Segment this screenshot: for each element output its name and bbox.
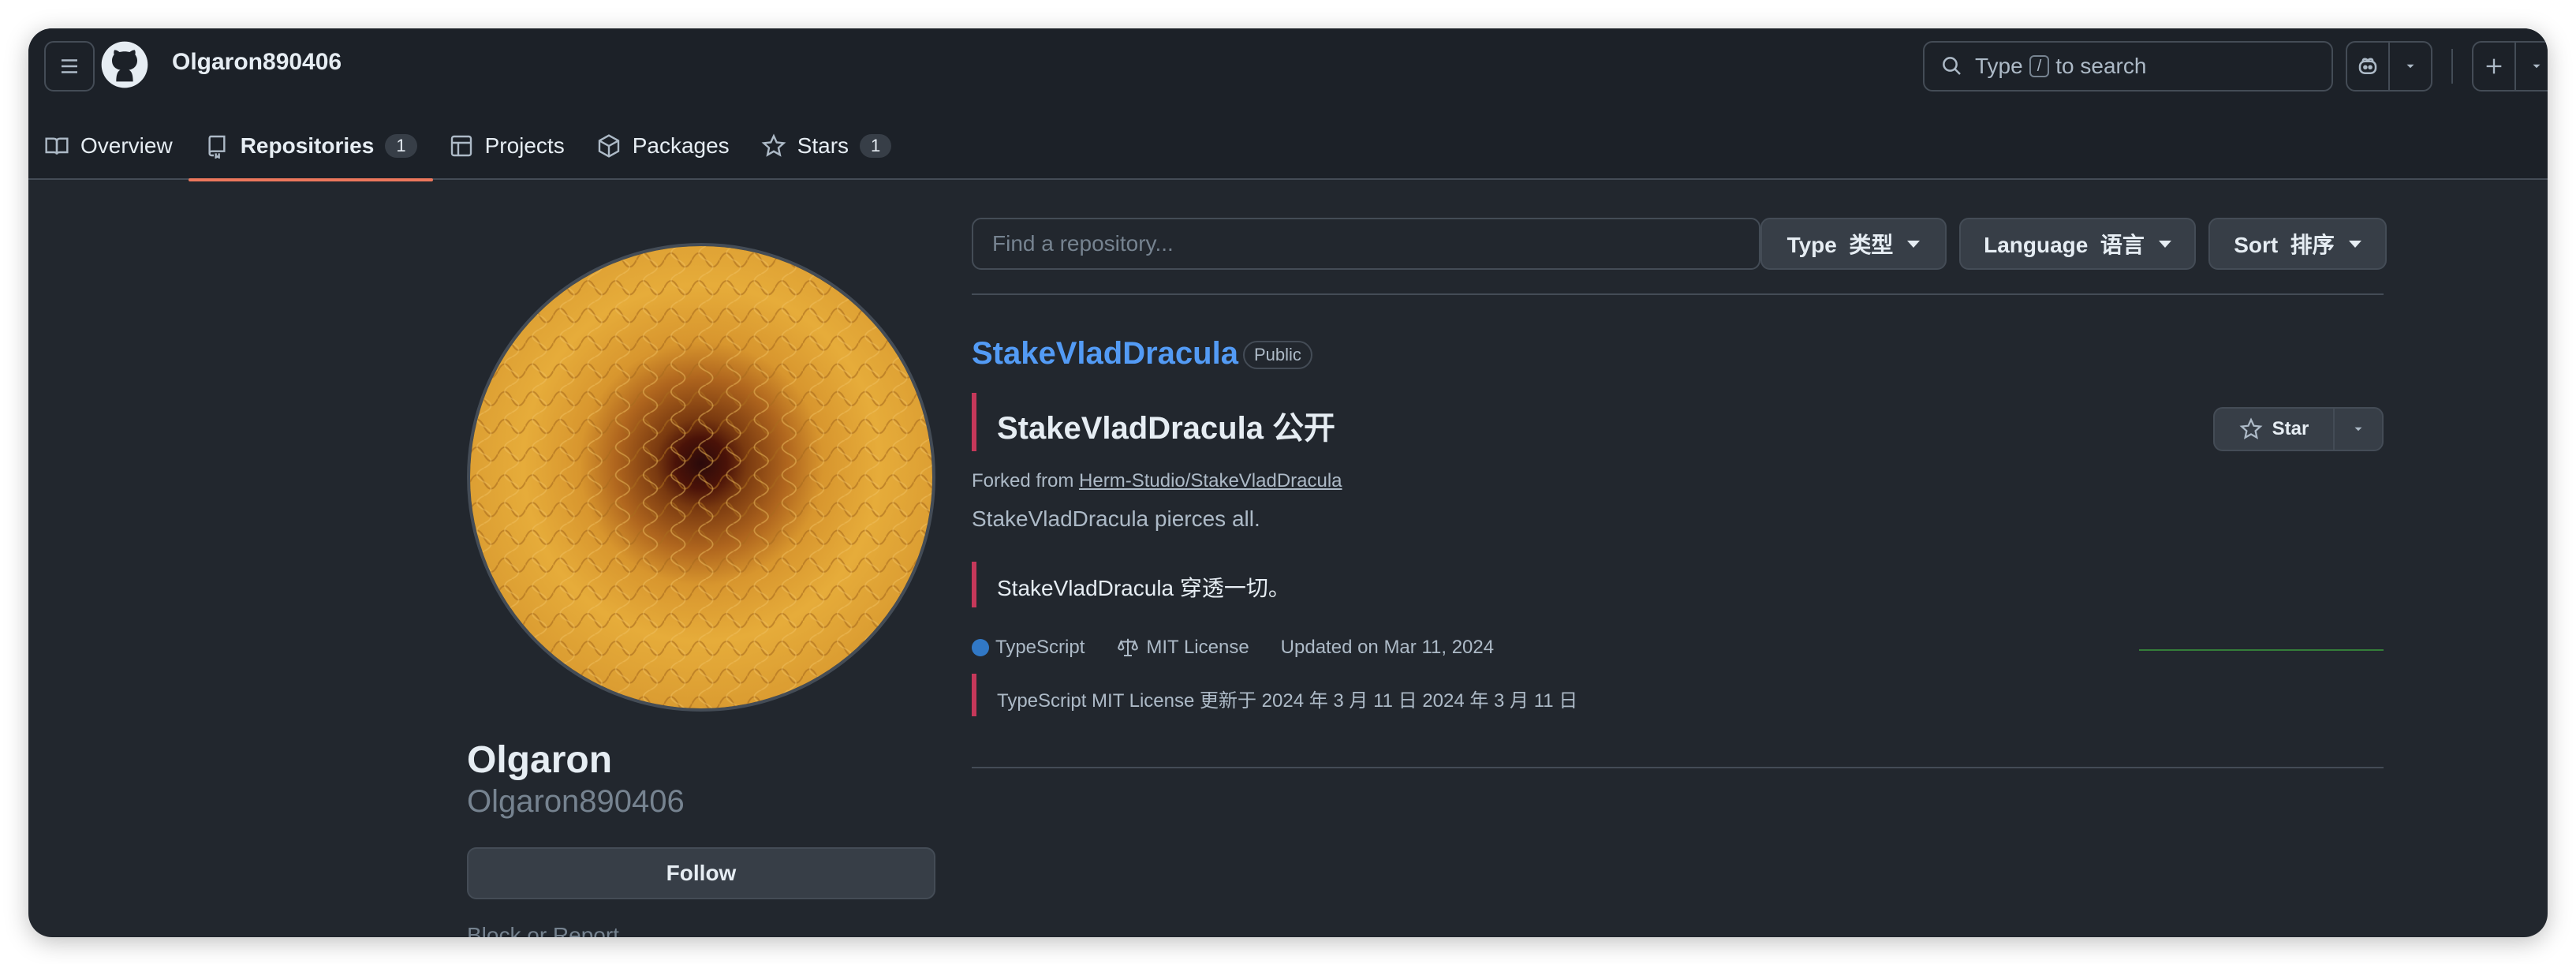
visibility-badge: Public	[1243, 341, 1312, 369]
chevron-down-icon	[2406, 64, 2414, 69]
repo-icon	[208, 135, 226, 159]
copilot-icon	[2358, 58, 2377, 74]
hamburger-icon	[62, 59, 77, 73]
browser-window: Olgaron890406 Type / to search Overview …	[28, 28, 2548, 937]
find-repository-input[interactable]: Find a repository...	[972, 218, 1760, 270]
repo-license[interactable]: MIT License	[1146, 637, 1249, 659]
tab-stars[interactable]: Stars 1	[745, 112, 908, 180]
tab-label: Repositories	[240, 133, 375, 158]
translated-description: StakeVladDracula 穿透一切。	[997, 576, 1290, 600]
tab-repositories[interactable]: Repositories 1	[188, 112, 433, 181]
forked-from-link[interactable]: Herm-Studio/StakeVladDracula	[1079, 470, 1342, 491]
star-icon	[761, 133, 786, 157]
sort-filter-label: Sort 排序	[2234, 233, 2335, 257]
menu-button[interactable]	[44, 41, 95, 92]
type-filter-button[interactable]: Type 类型	[1760, 218, 1947, 270]
caret-down-icon	[1907, 240, 1921, 248]
block-or-report-link[interactable]: Block or Report	[467, 923, 619, 937]
search-input[interactable]: Type / to search	[1923, 41, 2333, 92]
forked-from-text: Forked from Herm-Studio/StakeVladDracula	[972, 470, 1342, 492]
create-new-dropdown-button[interactable]	[2514, 43, 2548, 90]
star-icon	[2239, 417, 2263, 439]
repo-meta-row: TypeScript MIT License Updated on Mar 11…	[972, 636, 1494, 659]
caret-down-icon	[2158, 240, 2171, 248]
repo-updated: Updated on Mar 11, 2024	[1280, 637, 1495, 658]
translation-marker	[972, 393, 976, 451]
chevron-down-icon	[2533, 64, 2541, 69]
stars-count-badge: 1	[860, 134, 892, 158]
sunspot-image	[470, 246, 932, 708]
repo-list-divider	[972, 767, 2384, 768]
profile-login-name: Olgaron890406	[467, 784, 685, 819]
translated-repo-title: StakeVladDracula 公开	[997, 411, 1336, 446]
package-icon	[598, 134, 619, 158]
header-username[interactable]: Olgaron890406	[172, 49, 342, 76]
copilot-button[interactable]	[2347, 43, 2388, 90]
plus-icon	[2486, 58, 2502, 74]
chevron-down-icon	[2354, 427, 2362, 432]
copilot-button-group	[2346, 41, 2432, 92]
filter-divider	[972, 293, 2384, 295]
profile-display-name: Olgaron	[467, 739, 613, 781]
follow-button[interactable]: Follow	[467, 847, 935, 899]
activity-sparkline	[2139, 649, 2384, 651]
search-prefix: Type	[1975, 54, 2023, 78]
star-list-dropdown-button[interactable]	[2333, 409, 2382, 450]
create-new-button[interactable]	[2473, 43, 2514, 90]
tab-projects[interactable]: Projects	[433, 112, 581, 180]
tab-label: Packages	[632, 133, 730, 158]
translated-meta: TypeScript MIT License 更新于 2024 年 3 月 11…	[997, 690, 1578, 712]
type-filter-label: Type 类型	[1786, 233, 1894, 257]
repositories-count-badge: 1	[385, 134, 417, 158]
tab-label: Overview	[80, 133, 173, 158]
tab-label: Stars	[797, 133, 849, 158]
language-filter-label: Language 语言	[1984, 233, 2145, 257]
header-divider	[2451, 49, 2453, 84]
github-logo-icon[interactable]	[99, 39, 150, 90]
forked-prefix: Forked from	[972, 470, 1074, 491]
copilot-dropdown-button[interactable]	[2388, 43, 2431, 90]
caret-down-icon	[2348, 240, 2361, 248]
search-shortcut-key: /	[2029, 55, 2050, 77]
law-icon	[1118, 638, 1139, 656]
tab-overview[interactable]: Overview	[28, 112, 189, 180]
star-button-group: Star	[2213, 407, 2384, 451]
language-filter-button[interactable]: Language 语言	[1959, 218, 2196, 270]
create-new-button-group	[2472, 41, 2548, 92]
star-button[interactable]: Star	[2215, 409, 2333, 450]
translation-marker	[972, 674, 976, 716]
repo-name-link[interactable]: StakeVladDracula	[972, 336, 1238, 372]
sort-filter-button[interactable]: Sort 排序	[2208, 218, 2387, 270]
avatar[interactable]	[467, 243, 935, 712]
language-color-dot	[972, 639, 989, 656]
tab-label: Projects	[484, 133, 565, 158]
profile-tabs: Overview Repositories 1 Projects Package…	[28, 112, 908, 181]
app-header: Olgaron890406 Type / to search Overview …	[28, 28, 2548, 181]
repo-language: TypeScript	[995, 637, 1085, 658]
repo-description: StakeVladDracula pierces all.	[972, 506, 1260, 531]
search-icon	[1943, 57, 1961, 75]
search-suffix: to search	[2055, 54, 2147, 78]
star-label: Star	[2272, 418, 2309, 439]
translation-marker	[972, 562, 976, 607]
book-icon	[45, 137, 69, 155]
table-icon	[450, 135, 472, 157]
tab-packages[interactable]: Packages	[581, 112, 745, 180]
